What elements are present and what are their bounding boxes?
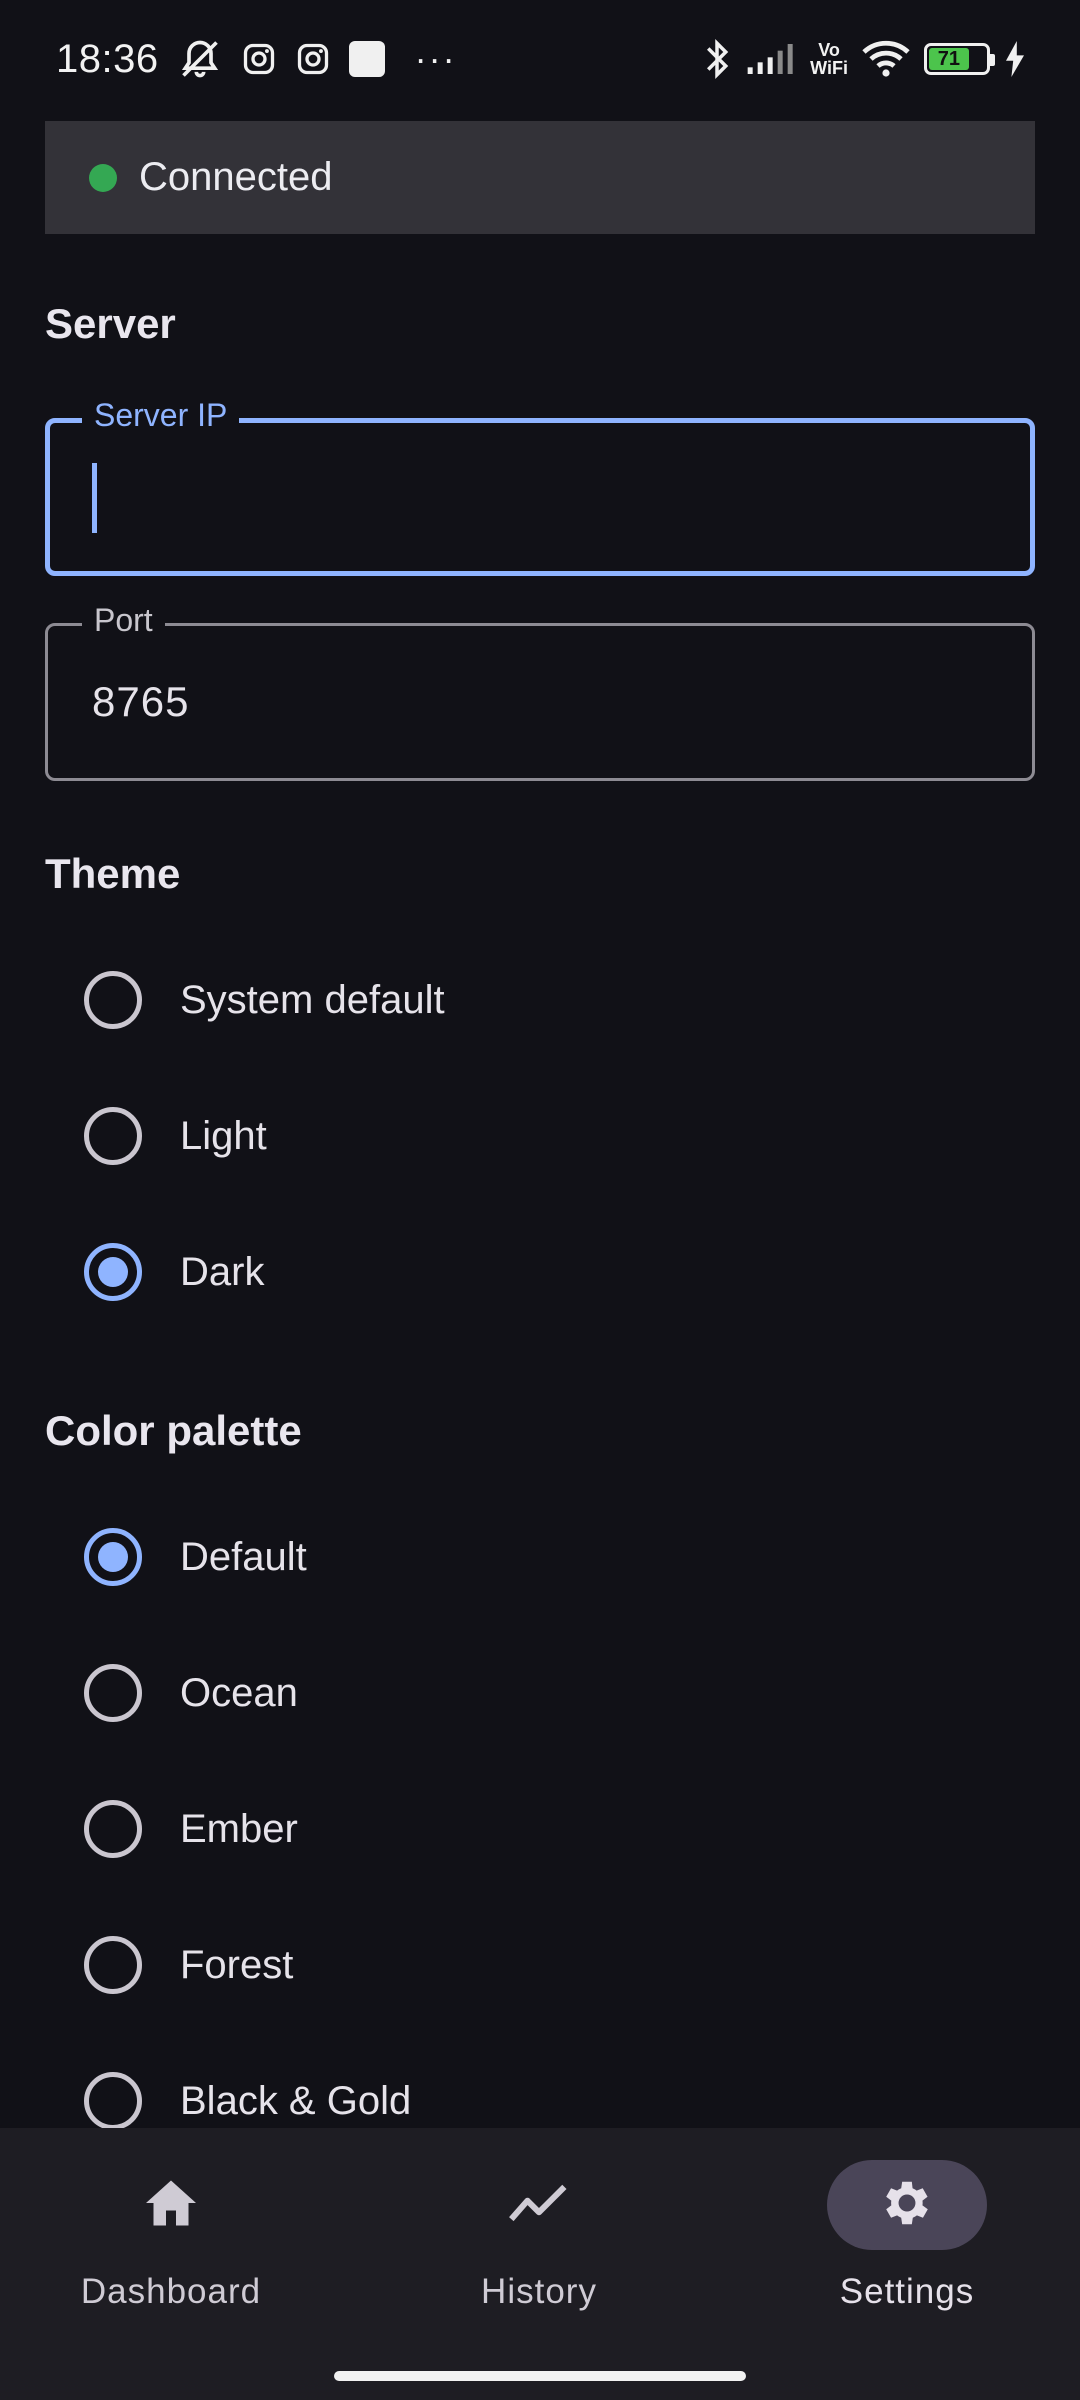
radio-button[interactable]: [84, 2072, 142, 2130]
server-section-title: Server: [45, 300, 176, 347]
nav-pill[interactable]: [459, 2160, 619, 2250]
theme-option-system-default[interactable]: System default: [45, 932, 1035, 1068]
bluetooth-icon: [702, 38, 732, 80]
battery-level: 71: [929, 48, 969, 70]
palette-option-ocean[interactable]: Ocean: [45, 1625, 1035, 1761]
signal-icon: [746, 42, 796, 76]
radio-label: Default: [180, 1534, 307, 1579]
port-field[interactable]: Port 8765: [45, 602, 1035, 781]
instagram-icon: [241, 41, 277, 77]
status-bar: 18:36 ··· Vo WiFi 71: [0, 0, 1080, 118]
radio-label: Black & Gold: [180, 2078, 412, 2123]
nav-pill-active[interactable]: [827, 2160, 987, 2250]
radio-label: Forest: [180, 1942, 294, 1987]
nav-label-settings: Settings: [839, 2272, 975, 2311]
theme-option-light[interactable]: Light: [45, 1068, 1035, 1204]
port-label: Port: [82, 602, 165, 639]
nav-item-settings[interactable]: Settings: [757, 2160, 1057, 2312]
radio-label: Dark: [180, 1249, 265, 1294]
gear-icon: [878, 2174, 936, 2237]
radio-button[interactable]: [84, 1107, 142, 1165]
instagram-icon: [295, 41, 331, 77]
vowifi-icon: Vo WiFi: [810, 40, 848, 78]
bottom-navigation: Dashboard History Settings: [0, 2128, 1080, 2400]
charging-icon: [1004, 41, 1026, 77]
radio-label: Ocean: [180, 1670, 298, 1715]
palette-section-title: Color palette: [45, 1407, 302, 1454]
battery-icon: 71: [924, 43, 995, 75]
radio-label: Ember: [180, 1806, 298, 1851]
radio-button[interactable]: [84, 971, 142, 1029]
nav-pill[interactable]: [91, 2160, 251, 2250]
server-ip-field[interactable]: Server IP: [45, 397, 1035, 576]
server-ip-label: Server IP: [82, 397, 240, 434]
palette-option-default[interactable]: Default: [45, 1489, 1035, 1625]
palette-option-ember[interactable]: Ember: [45, 1761, 1035, 1897]
radio-label: Light: [180, 1113, 267, 1158]
nav-item-dashboard[interactable]: Dashboard: [21, 2160, 321, 2312]
home-indicator[interactable]: [334, 2371, 746, 2381]
radio-button-selected[interactable]: [84, 1243, 142, 1301]
radio-button-selected[interactable]: [84, 1528, 142, 1586]
theme-option-dark[interactable]: Dark: [45, 1204, 1035, 1340]
radio-button[interactable]: [84, 1800, 142, 1858]
wifi-icon: [862, 40, 910, 78]
nav-label-dashboard: Dashboard: [80, 2272, 262, 2311]
connection-status-text: Connected: [139, 155, 333, 199]
bell-muted-icon: [177, 37, 223, 81]
status-time: 18:36: [56, 36, 159, 81]
text-cursor: [92, 463, 97, 533]
nav-item-history[interactable]: History: [389, 2160, 689, 2312]
connection-status-dot: [89, 163, 117, 192]
trending-line-icon: [509, 2181, 569, 2230]
connection-banner: Connected: [45, 121, 1035, 234]
nav-label-history: History: [481, 2272, 597, 2311]
theme-section-title: Theme: [45, 850, 181, 897]
radio-button[interactable]: [84, 1936, 142, 1994]
radio-label: System default: [180, 977, 445, 1022]
home-icon: [141, 2175, 201, 2236]
radio-button[interactable]: [84, 1664, 142, 1722]
app-notification-icon: [348, 41, 385, 77]
palette-option-forest[interactable]: Forest: [45, 1897, 1035, 2033]
more-notifications-icon: ···: [414, 38, 457, 79]
port-value[interactable]: 8765: [92, 678, 189, 726]
